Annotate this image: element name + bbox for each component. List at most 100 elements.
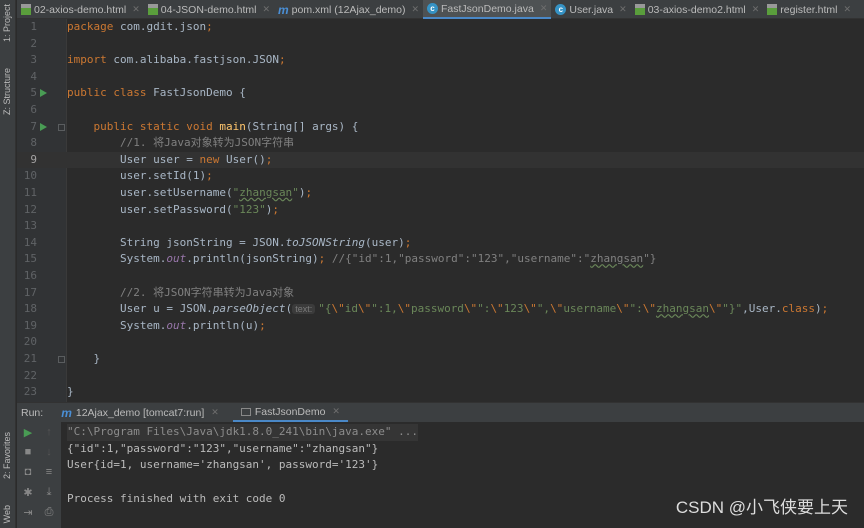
code-token: zhangsan	[590, 252, 644, 266]
structure-tool-button[interactable]: Z: Structure	[2, 68, 12, 115]
code-token: import	[67, 53, 107, 67]
code-text: //2. 将JSON字符串转为Java对象	[67, 285, 294, 302]
tab-04-json-demo-html[interactable]: 04-JSON-demo.html ✕	[144, 0, 274, 19]
maven-icon: m	[61, 405, 72, 420]
tab-register-html[interactable]: register.html ✕	[763, 0, 855, 19]
code-token: FastJsonDemo {	[146, 86, 246, 100]
code-token: ;	[259, 318, 266, 332]
rerun-icon[interactable]: ▶	[20, 426, 36, 439]
code-token: \"	[357, 302, 372, 316]
line-number: 7	[30, 119, 37, 133]
tab-03-axios-demo2-html[interactable]: 03-axios-demo2.html ✕	[631, 0, 764, 19]
code-line: 17 //2. 将JSON字符串转为Java对象	[17, 285, 864, 302]
line-number: 1	[30, 20, 37, 33]
close-icon[interactable]: ✕	[540, 3, 548, 14]
close-icon[interactable]: ✕	[262, 4, 270, 15]
camera-icon[interactable]: ◘	[20, 466, 36, 478]
code-token: \"	[709, 302, 723, 316]
code-line: 9 User user = new User();	[17, 151, 864, 169]
html-file-icon	[147, 4, 158, 15]
favorites-tool-button[interactable]: 2: Favorites	[2, 432, 12, 479]
code-token: ;	[265, 152, 273, 166]
code-token: ":	[629, 302, 643, 316]
print-icon[interactable]: ⎙	[41, 506, 57, 519]
code-token: \"	[523, 302, 537, 316]
stop-icon[interactable]: ■	[20, 446, 36, 458]
fold-icon[interactable]	[58, 123, 65, 131]
maven-icon: m	[278, 2, 289, 17]
run-gutter-icon[interactable]	[40, 89, 47, 98]
run-tab-label: 12Ajax_demo [tomcat7:run]	[75, 406, 205, 419]
code-line: 5 public class FastJsonDemo {	[17, 85, 864, 102]
code-text: }	[67, 351, 100, 368]
code-line: 8 //1. 将Java对象转为JSON字符串	[17, 135, 864, 152]
close-icon[interactable]: ✕	[411, 4, 419, 15]
code-token: ,User.	[742, 302, 782, 316]
debug-icon[interactable]: ✱	[20, 486, 36, 499]
code-line: 2	[17, 36, 864, 53]
run-toolbar: ▶ ■ ◘ ✱ ⇥ ↑ ↓ ≡ ⤓ ⎙	[17, 422, 61, 528]
tab-label: 04-JSON-demo.html	[160, 3, 257, 16]
tab-user-java[interactable]: c User.java ✕	[551, 0, 630, 19]
code-token: \"	[397, 302, 411, 316]
line-number: 8	[30, 136, 37, 150]
close-icon[interactable]: ✕	[619, 4, 627, 15]
tab-label: 02-axios-demo.html	[34, 3, 127, 16]
up-arrow-icon[interactable]: ↑	[41, 426, 57, 438]
code-text: user.setPassword("123");	[67, 202, 279, 219]
code-token: parseObject	[212, 302, 286, 316]
tab-pom-xml-12ajax-demo-[interactable]: m pom.xml (12Ajax_demo) ✕	[274, 0, 423, 19]
editor-tabs: 02-axios-demo.html ✕ 04-JSON-demo.html ✕ m po…	[17, 0, 864, 19]
code-token: zhangsan	[239, 186, 293, 199]
code-token: public class	[67, 86, 147, 100]
code-token: )	[815, 302, 822, 316]
line-number: 14	[23, 235, 37, 249]
code-token: System.	[67, 252, 167, 266]
web-tool-button[interactable]: Web	[2, 505, 12, 523]
code-token: toJSONString	[285, 235, 366, 249]
code-editor[interactable]: 1 package com.gdit.json; 2 3 import com.alib…	[17, 19, 864, 402]
code-token: .println(u)	[186, 318, 260, 332]
code-line: 14 String jsonString = JSON.toJSONString…	[17, 235, 864, 252]
tab-02-axios-demo-html[interactable]: 02-axios-demo.html ✕	[17, 0, 144, 19]
tab-label: pom.xml (12Ajax_demo)	[291, 3, 406, 16]
code-text: //1. 将Java对象转为JSON字符串	[67, 135, 294, 152]
code-text: User u = JSON.parseObject(text: "{\"id\""…	[67, 301, 828, 318]
close-icon[interactable]: ✕	[332, 406, 340, 417]
run-tab-tomcat[interactable]: m 12Ajax_demo [tomcat7:run] ✕	[53, 403, 227, 422]
fold-icon[interactable]	[58, 356, 65, 363]
scroll-to-end-icon[interactable]: ⤓	[41, 486, 57, 499]
project-tool-button[interactable]: 1: Project	[2, 4, 12, 42]
down-arrow-icon[interactable]: ↓	[41, 446, 57, 458]
code-token: username	[563, 302, 617, 316]
soft-wrap-icon[interactable]: ≡	[41, 466, 57, 478]
code-line: 18 User u = JSON.parseObject(text: "{\"id…	[17, 301, 864, 318]
code-text: public class FastJsonDemo {	[67, 85, 246, 102]
console-line: "C:\Program Files\Java\jdk1.8.0_241\bin\…	[67, 424, 418, 441]
html-file-icon	[21, 4, 31, 15]
exit-icon[interactable]: ⇥	[20, 506, 36, 519]
code-token: ;	[206, 169, 213, 183]
line-number: 3	[30, 53, 37, 67]
line-number: 2	[30, 36, 37, 50]
console-icon	[240, 407, 251, 416]
console-output[interactable]: "C:\Program Files\Java\jdk1.8.0_241\bin\…	[67, 424, 418, 507]
code-token: package	[67, 20, 114, 33]
close-icon[interactable]: ✕	[132, 4, 140, 15]
code-token: \"	[616, 302, 630, 316]
run-gutter-icon[interactable]	[40, 122, 47, 131]
close-icon[interactable]: ✕	[843, 4, 851, 15]
run-tab-fastjsondemo[interactable]: FastJsonDemo ✕	[232, 403, 348, 422]
code-token: id	[344, 302, 358, 316]
line-number: 6	[30, 103, 37, 116]
close-icon[interactable]: ✕	[752, 4, 760, 15]
line-number: 16	[23, 269, 37, 282]
line-number: 18	[23, 302, 37, 316]
close-icon[interactable]: ✕	[211, 407, 219, 418]
code-token: \"	[490, 302, 504, 316]
code-token: user.setPassword(	[67, 202, 233, 216]
tab-fastjsondemo-java[interactable]: c FastJsonDemo.java ✕	[423, 0, 552, 19]
